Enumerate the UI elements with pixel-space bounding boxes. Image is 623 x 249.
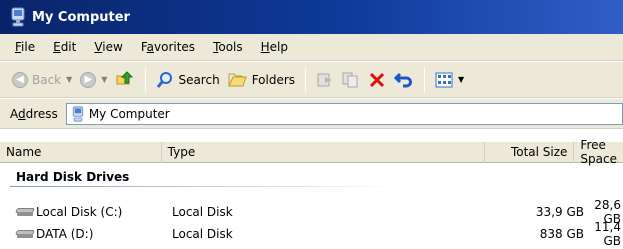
menu-file[interactable]: File: [6, 40, 44, 54]
drive-name: Local Disk (C:): [36, 205, 123, 219]
folders-icon: [227, 73, 247, 86]
column-header-name[interactable]: Name: [0, 141, 162, 163]
forward-dropdown-icon[interactable]: ▼: [101, 75, 107, 84]
address-bar: Address My Computer: [0, 99, 623, 129]
folder-up-icon: [116, 70, 134, 84]
search-icon: [157, 71, 173, 88]
toolbar-separator: [424, 67, 426, 92]
menu-bar: File Edit View Favorites Tools Help: [0, 34, 623, 61]
menu-favorites-rest: vorites: [154, 40, 196, 54]
menu-help-rest: elp: [269, 40, 289, 54]
menu-tools[interactable]: Tools: [204, 40, 252, 54]
group-divider: [10, 186, 400, 187]
menu-tools-rest: ools: [218, 40, 243, 54]
column-header-type[interactable]: Type: [162, 141, 485, 163]
group-header-hard-disk-drives: Hard Disk Drives: [0, 165, 623, 189]
drive-name: DATA (D:): [36, 227, 94, 241]
group-title: Hard Disk Drives: [16, 170, 130, 184]
menu-view[interactable]: View: [85, 40, 131, 54]
toolbar: ◀ Back ▼ ▶ ▼ Search Folders ▼: [0, 62, 623, 98]
drive-type: Local Disk: [172, 227, 233, 241]
my-computer-icon: [11, 7, 25, 27]
menu-edit[interactable]: Edit: [44, 40, 85, 54]
column-header-total-size[interactable]: Total Size: [485, 141, 575, 163]
move-to-button[interactable]: [312, 66, 338, 94]
menu-help[interactable]: Help: [252, 40, 297, 54]
toolbar-separator: [145, 67, 147, 92]
views-button[interactable]: ▼: [431, 66, 468, 94]
up-button[interactable]: [111, 66, 139, 94]
drive-total-size: 838 GB: [539, 227, 584, 241]
folders-label: Folders: [251, 72, 296, 87]
back-dropdown-icon[interactable]: ▼: [66, 75, 72, 84]
address-value: My Computer: [88, 106, 170, 121]
menu-favorites[interactable]: Favorites: [132, 40, 204, 54]
list-item[interactable]: DATA (D:) Local Disk 838 GB 11,4 GB: [0, 220, 623, 248]
my-computer-icon: [72, 105, 84, 122]
window-title: My Computer: [32, 9, 130, 25]
title-bar: My Computer: [0, 0, 623, 34]
back-arrow-icon: ◀: [12, 71, 28, 88]
hard-disk-icon: [15, 207, 35, 217]
drive-type: Local Disk: [172, 205, 233, 219]
back-button[interactable]: ◀ Back ▼: [8, 66, 76, 94]
address-field[interactable]: My Computer: [65, 102, 623, 125]
address-label-rest: dress: [25, 106, 58, 121]
views-icon: [435, 72, 453, 87]
delete-button[interactable]: [364, 66, 390, 94]
menu-edit-rest: dit: [60, 40, 77, 54]
menu-file-rest: ile: [21, 40, 36, 54]
address-label-pre: A: [10, 106, 18, 121]
copy-to-button[interactable]: [338, 66, 364, 94]
drive-total-size: 33,9 GB: [535, 205, 584, 219]
drive-name-cell: Local Disk (C:): [0, 205, 166, 219]
forward-button[interactable]: ▶ ▼: [76, 66, 111, 94]
delete-x-icon: [369, 72, 385, 87]
move-to-icon: [317, 73, 333, 86]
undo-icon: [394, 72, 413, 87]
folders-button[interactable]: Folders: [224, 66, 299, 94]
address-label: Address: [10, 107, 58, 121]
undo-button[interactable]: [390, 66, 418, 94]
drive-free-space: 11,4 GB: [594, 220, 621, 248]
column-header-free-space[interactable]: Free Space: [574, 138, 623, 166]
column-header-row: Name Type Total Size Free Space: [0, 138, 623, 166]
copy-to-icon: [342, 72, 358, 87]
list-item[interactable]: Local Disk (C:) Local Disk 33,9 GB 28,6 …: [0, 198, 623, 226]
forward-arrow-icon: ▶: [80, 71, 97, 88]
menu-view-rest: iew: [102, 40, 123, 54]
back-label: Back: [32, 72, 62, 87]
search-label: Search: [178, 72, 220, 87]
search-button[interactable]: Search: [152, 66, 223, 94]
toolbar-separator: [305, 67, 307, 92]
drive-name-cell: DATA (D:): [0, 227, 166, 241]
address-label-mnemonic: d: [18, 106, 26, 121]
views-dropdown-icon[interactable]: ▼: [458, 75, 464, 84]
hard-disk-icon: [15, 229, 35, 239]
